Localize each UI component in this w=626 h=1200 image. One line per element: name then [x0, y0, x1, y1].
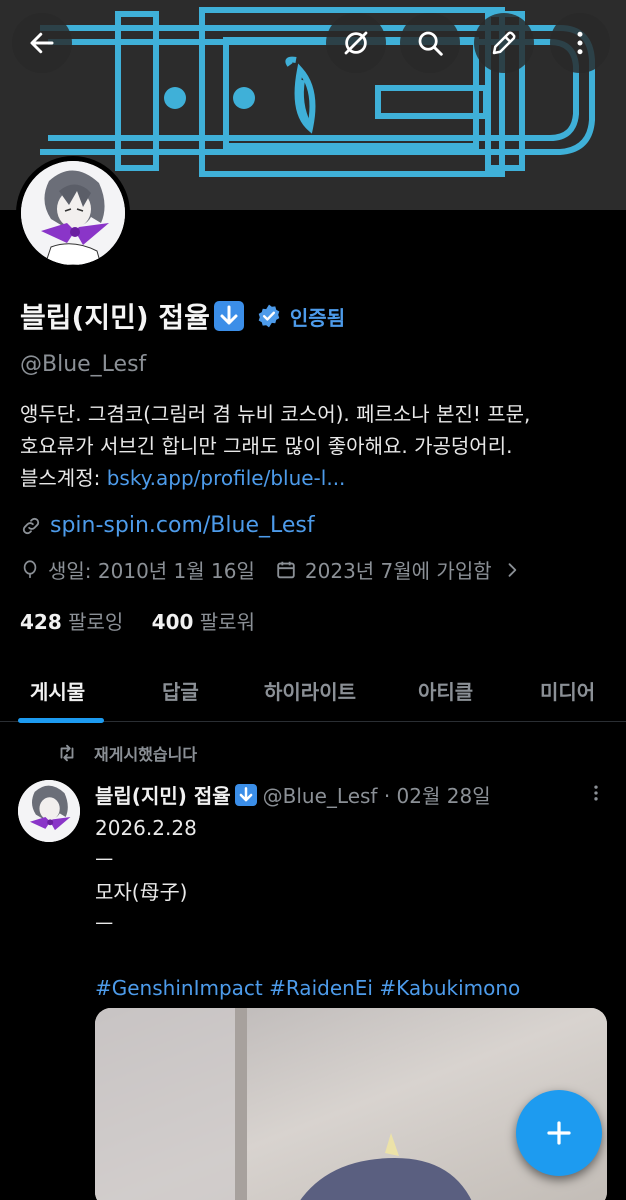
- profile-avatar[interactable]: [16, 156, 130, 270]
- joined-text: 2023년 7월에 가입함: [304, 559, 492, 583]
- chevron-right-icon[interactable]: [502, 560, 522, 580]
- avatar-illustration: [21, 161, 125, 265]
- profile-tabs: 게시물 답글 하이라이트 아티클 미디어: [0, 660, 626, 722]
- post-line-2: ㅡ: [95, 848, 114, 872]
- more-button[interactable]: [550, 13, 610, 73]
- active-tab-indicator: [18, 718, 104, 723]
- post-text: 2026.2.28 ㅡ 모자(母子) ㅡ #GenshinImpact #Rai…: [95, 812, 520, 1004]
- repost-icon: [60, 744, 74, 762]
- post-hashtags[interactable]: #GenshinImpact #RaidenEi #Kabukimono: [95, 972, 520, 1004]
- plus-icon: [547, 1121, 571, 1145]
- edit-profile-button[interactable]: [474, 13, 534, 73]
- profile-name-text: 블립(지민) 접율: [20, 301, 210, 334]
- post-more-button[interactable]: [586, 780, 606, 810]
- more-icon: [577, 31, 583, 55]
- profile-name: 블립(지민) 접율 인증됨: [20, 296, 345, 336]
- grok-icon: [344, 31, 368, 55]
- arrow-left-icon: [30, 32, 54, 54]
- bio-line-3: 블스계정: bsky.app/profile/blue-l...: [20, 462, 616, 494]
- followers-label: 팔로워: [199, 610, 255, 634]
- tab-replies[interactable]: 답글: [162, 676, 199, 705]
- followers-count: 400: [151, 610, 194, 634]
- birthday-text: 생일: 2010년 1월 16일: [48, 559, 255, 583]
- balloon-icon: [23, 559, 37, 578]
- avatar-illustration-small: [18, 780, 80, 842]
- website-text[interactable]: spin-spin.com/Blue_Lesf: [50, 513, 315, 538]
- back-button[interactable]: [12, 13, 72, 73]
- profile-website[interactable]: spin-spin.com/Blue_Lesf: [20, 513, 315, 538]
- verified-check-icon: [258, 304, 280, 328]
- post-line-4: ㅡ: [95, 912, 114, 936]
- following-label: 팔로잉: [68, 610, 124, 634]
- compose-fab[interactable]: [516, 1090, 602, 1176]
- post-author-avatar[interactable]: [18, 780, 80, 842]
- post-line-1: 2026.2.28: [95, 816, 197, 840]
- post-author-name[interactable]: 블립(지민) 접율: [95, 780, 231, 809]
- down-arrow-emoji-icon: [234, 783, 257, 806]
- post-author-meta: @Blue_Lesf · 02월 28일: [262, 784, 491, 808]
- profile-meta: 생일: 2010년 1월 16일 2023년 7월에 가입함: [20, 555, 530, 584]
- following-count: 428: [20, 610, 62, 634]
- tab-articles[interactable]: 아티클: [418, 676, 473, 705]
- post-line-3: 모자(母子): [95, 880, 188, 904]
- following-link[interactable]: 428 팔로잉: [20, 610, 123, 634]
- followers-link[interactable]: 400 팔로워: [152, 610, 255, 634]
- bio-line-3-prefix: 블스계정:: [20, 466, 107, 490]
- bio-line-1: 앵두단. 그겸코(그림러 겸 뉴비 코스어). 페르소나 본진! 프문,: [20, 402, 531, 426]
- edit-icon: [492, 31, 516, 55]
- verified-badge[interactable]: 인증됨: [256, 302, 345, 331]
- tab-media[interactable]: 미디어: [540, 676, 595, 705]
- repost-indicator: 재게시했습니다: [54, 741, 197, 765]
- profile-bio: 앵두단. 그겸코(그림러 겸 뉴비 코스어). 페르소나 본진! 프문, 호요류…: [20, 398, 616, 494]
- calendar-icon: [277, 561, 295, 578]
- search-button[interactable]: [400, 13, 460, 73]
- post-header: 블립(지민) 접율 @Blue_Lesf · 02월 28일: [95, 780, 491, 809]
- repost-label: 재게시했습니다: [94, 745, 198, 764]
- more-vertical-icon: [594, 785, 598, 801]
- down-arrow-emoji-icon: [213, 301, 244, 331]
- search-icon: [418, 31, 443, 56]
- grok-button[interactable]: [326, 13, 386, 73]
- bio-line-2: 호요류가 서브긴 합니만 그래도 많이 좋아해요. 가공덩어리.: [20, 434, 513, 458]
- verified-label: 인증됨: [289, 305, 346, 330]
- link-icon: [22, 517, 40, 534]
- profile-handle: @Blue_Lesf: [20, 352, 147, 377]
- bio-bluesky-link[interactable]: bsky.app/profile/blue-l...: [107, 466, 346, 490]
- follow-stats: 428 팔로잉 400 팔로워: [20, 606, 255, 635]
- tab-highlights[interactable]: 하이라이트: [264, 676, 356, 705]
- tab-posts[interactable]: 게시물: [30, 676, 85, 705]
